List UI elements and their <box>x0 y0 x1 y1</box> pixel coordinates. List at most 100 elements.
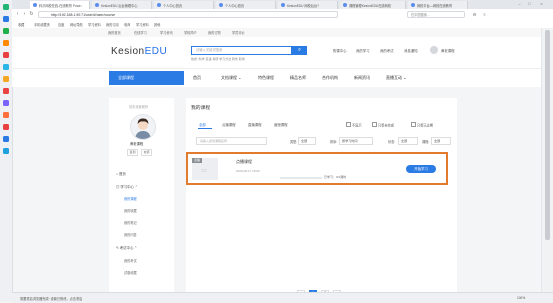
profile-username: 黄老课程 <box>130 142 144 146</box>
bookmark-item[interactable]: 其他 <box>154 22 160 27</box>
check-hide[interactable]: 不显示 <box>346 122 362 128</box>
checkin-button[interactable]: 签到 <box>127 149 139 156</box>
sort-select[interactable]: 按学习时间 <box>339 137 373 145</box>
toplink[interactable]: 学员评价 <box>232 30 245 35</box>
course-select[interactable]: 全部 <box>431 137 451 145</box>
maximize-icon[interactable]: □ <box>527 2 532 6</box>
bookmark-item[interactable]: 学习资料 <box>88 22 101 27</box>
toplink[interactable]: 学校简介 <box>184 30 197 35</box>
check-expired[interactable]: 只看已过期 <box>411 122 433 128</box>
course-thumbnail[interactable]: 点播 ▭ <box>192 158 218 180</box>
minimize-icon[interactable]: – <box>517 2 522 6</box>
extensions-icon[interactable]: ⚙ <box>472 12 477 17</box>
check-unfinished[interactable]: 只看未完成 <box>372 122 394 128</box>
sidebar-app-icon[interactable] <box>3 16 9 22</box>
type-select[interactable]: 全部 <box>298 137 316 145</box>
browser-tab[interactable]: KesionEDU 网校后台? <box>278 1 338 9</box>
browser-tab[interactable]: 个人中心首页 <box>216 1 276 9</box>
course-title[interactable]: 点播课程 <box>236 159 252 165</box>
bookmark-item[interactable]: 学习资料 <box>136 22 149 27</box>
browser-tab[interactable]: 个人中心首页 <box>154 1 214 9</box>
browser-tab[interactable]: 科汛网校在线-在线教育 Powe... <box>30 1 90 9</box>
browser-tab[interactable]: KesionEDU 后台管理中心 <box>92 1 152 9</box>
browser-tab[interactable]: 课程管理KesionEDU在线网校 <box>340 1 406 9</box>
course-card[interactable]: 点播 ▭ 点播课程 2020-08-17 15:02 已学习：0/1课时 开始学… <box>186 152 448 185</box>
close-icon[interactable]: × <box>539 2 544 6</box>
bookmark-item[interactable]: 手机收藏夹 <box>34 22 50 27</box>
profile-avatar[interactable] <box>130 114 156 140</box>
browser-search-input[interactable]: 在中国搜索... <box>407 11 465 18</box>
menu-study-center[interactable]: ▤ 学习中心 ⌃ <box>116 184 138 189</box>
search-button[interactable]: ⌕ <box>292 46 307 55</box>
sidebar-app-icon[interactable] <box>3 76 9 82</box>
page-scrollbar[interactable] <box>541 28 553 292</box>
bookmark-item[interactable]: 百度 <box>58 22 64 27</box>
nav-item[interactable]: 文档课程 ⌄ <box>221 75 241 81</box>
bookmark-item[interactable]: 网址导航 <box>70 22 83 27</box>
sidebar-app-icon[interactable] <box>3 148 9 154</box>
nav-item[interactable]: 合作机构 <box>322 75 338 81</box>
nav-item[interactable]: 首页 <box>193 75 201 81</box>
bookmark-item[interactable]: 我的订阅 <box>106 22 119 27</box>
menu-exam-center[interactable]: ✎ 考试中心 ⌃ <box>116 245 137 250</box>
site-header: KesionEDU 请输入关键词搜索 ⌕ 热搜: 科学 英语 考研 学习方法 软… <box>12 37 541 68</box>
tab-vod[interactable]: 点播课程 <box>222 122 236 127</box>
sidebar-app-icon[interactable] <box>3 64 9 70</box>
submenu-notes[interactable]: 我的笔记 <box>124 220 137 225</box>
start-learning-button[interactable]: 开始学习 <box>406 165 436 173</box>
main-panel: 我的课程 全部 点播课程 直播课程 面授课程 不显示 只看未完成 只看已过期 请… <box>186 98 457 302</box>
sidebar-app-icon[interactable] <box>3 100 9 106</box>
course-keyword-input[interactable]: 请输入搜索课程名称 <box>196 137 267 145</box>
all-courses-button[interactable]: 全部课程 <box>109 71 184 85</box>
header-link[interactable]: 消息通知 <box>404 48 418 53</box>
progress-text: 已学习：0/1课时 <box>324 175 347 179</box>
sidebar-app-icon[interactable] <box>3 40 9 46</box>
submenu-exam-favorites[interactable]: 试卷收藏 <box>124 270 137 275</box>
menu-home[interactable]: ⌂ 首页 <box>116 171 126 176</box>
nav-item[interactable]: 新闻资讯 <box>354 75 370 81</box>
toplink[interactable]: 我的首页 <box>108 30 121 35</box>
sidebar-app-icon[interactable] <box>3 112 9 118</box>
sidebar-app-icon[interactable] <box>3 136 9 142</box>
nav-item[interactable]: 特色课程 <box>258 75 274 81</box>
submenu-qa[interactable]: 我的问答 <box>124 232 137 237</box>
sidebar-app-icon[interactable] <box>3 52 9 58</box>
header-link[interactable]: 购课中心 <box>333 48 347 53</box>
site-search-input[interactable]: 请输入关键词搜索 <box>191 46 292 55</box>
recharge-button[interactable]: 充值 <box>141 149 153 156</box>
refresh-icon[interactable]: ↻ <box>29 12 34 17</box>
zoom-level[interactable]: 100% <box>517 296 525 300</box>
bookmark-item[interactable]: 收藏 <box>18 22 24 27</box>
tab-all[interactable]: 全部 <box>199 122 206 127</box>
status-message[interactable]: 需要重启浏览器完成: 设置已修改，点击重启 <box>20 296 82 301</box>
header-link[interactable]: 我的学习 <box>356 48 370 53</box>
toplink[interactable]: 在线学习 <box>134 30 147 35</box>
toplink[interactable]: 我的订购 <box>208 30 221 35</box>
bookmark-item[interactable]: 电商 <box>124 22 130 27</box>
user-avatar[interactable] <box>430 46 438 54</box>
scrollbar-thumb[interactable] <box>545 30 550 240</box>
toplink[interactable]: 学习资讯 <box>160 30 173 35</box>
site-logo[interactable]: KesionEDU <box>111 46 167 57</box>
back-icon[interactable]: ‹ <box>15 12 20 17</box>
tab-live[interactable]: 直播课程 <box>248 122 262 127</box>
sidebar-app-icon[interactable] <box>3 88 9 94</box>
sidebar-app-icon[interactable] <box>3 28 9 34</box>
browser-home-icon[interactable] <box>3 4 9 10</box>
browser-tab[interactable]: 网校平台—网校在线教育 <box>408 1 468 9</box>
url-input[interactable]: http://192.168.1.90:71/user/#/user/cours… <box>38 11 338 18</box>
tab-offline[interactable]: 面授课程 <box>274 122 288 127</box>
header-username[interactable]: 黄老课程 <box>441 48 455 53</box>
sidebar-app-icon[interactable] <box>3 124 9 130</box>
submenu-favorites[interactable]: 我的收藏 <box>124 208 137 213</box>
tab-favicon-icon <box>343 3 347 7</box>
check-label: 只看未完成 <box>378 123 394 128</box>
status-select[interactable]: 全部 <box>398 137 418 145</box>
nav-item[interactable]: 精品名师 <box>290 75 306 81</box>
nav-item[interactable]: 直播互动 ⌄ <box>386 75 406 81</box>
header-link[interactable]: 我的考试 <box>380 48 394 53</box>
submenu-my-courses[interactable]: 我的课程 <box>124 196 137 201</box>
submenu-my-exams[interactable]: 我的考试 <box>124 258 137 263</box>
menu-icon[interactable]: ≡ <box>482 12 487 17</box>
forward-icon[interactable]: › <box>22 12 27 17</box>
